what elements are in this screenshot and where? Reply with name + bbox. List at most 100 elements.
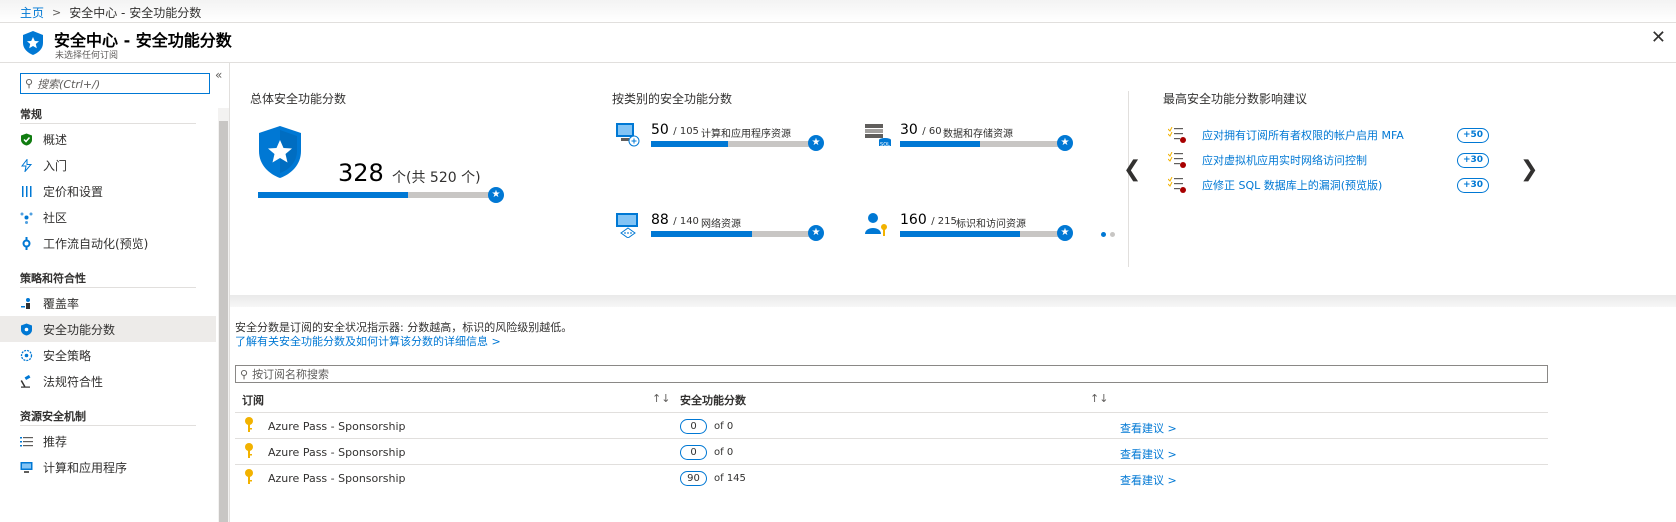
bolt-icon xyxy=(20,158,33,172)
sidebar-item-label: 工作流自动化(预览) xyxy=(43,236,149,251)
compute-icon xyxy=(616,123,640,147)
network-icon xyxy=(616,213,638,238)
category-bar-compute xyxy=(651,141,811,147)
close-icon[interactable]: ✕ xyxy=(1651,27,1666,48)
carousel-dot[interactable] xyxy=(1110,232,1115,237)
overall-score-value: 328 xyxy=(338,159,384,187)
sidebar-item-coverage[interactable]: 覆盖率 xyxy=(0,290,216,316)
sidebar-item-security-policy[interactable]: 安全策略 xyxy=(0,342,216,368)
score-value: 160 xyxy=(900,212,927,228)
impact-badge: +30 xyxy=(1457,153,1489,168)
category-name-compute: 计算和应用程序资源 xyxy=(701,129,791,140)
sidebar-item-compute-apps[interactable]: 计算和应用程序 xyxy=(0,454,216,480)
divider xyxy=(235,464,1548,465)
carousel-next-button[interactable]: ❯ xyxy=(1520,157,1538,182)
overall-score-bar-fill xyxy=(258,192,408,198)
sidebar-item-label: 定价和设置 xyxy=(43,184,104,199)
sidebar-item-label: 覆盖率 xyxy=(43,296,80,311)
score-max: / 140 xyxy=(673,216,699,227)
collapse-sidebar-icon[interactable]: « xyxy=(215,68,222,82)
sidebar-item-pricing[interactable]: 定价和设置 xyxy=(0,178,216,204)
recommendation-link-mfa[interactable]: 应对拥有订阅所有者权限的帐户启用 MFA xyxy=(1202,127,1404,143)
subscription-key-icon xyxy=(245,469,253,484)
star-icon: ★ xyxy=(488,187,504,203)
sidebar-item-getting-started[interactable]: 入门 xyxy=(0,152,216,178)
coverage-icon xyxy=(21,297,30,309)
column-header-subscription[interactable]: 订阅 xyxy=(242,392,264,408)
checklist-warning-icon xyxy=(1168,152,1186,168)
sidebar-item-secure-score[interactable]: 安全功能分数 xyxy=(0,316,216,342)
breadcrumb-current: 安全中心 - 安全功能分数 xyxy=(69,6,202,20)
category-score-identity: 160 / 215 xyxy=(900,212,957,228)
breadcrumb-separator: > xyxy=(52,6,62,19)
carousel-prev-button[interactable]: ❮ xyxy=(1123,157,1141,182)
impact-badge: +30 xyxy=(1457,178,1489,193)
shield-check-icon xyxy=(21,133,32,145)
community-icon xyxy=(20,212,33,224)
sort-icon[interactable]: ↑↓ xyxy=(1090,392,1108,405)
sidebar-item-recommendations[interactable]: 推荐 xyxy=(0,428,216,454)
category-name-network: 网络资源 xyxy=(701,219,741,230)
workflow-icon xyxy=(22,236,31,250)
checklist-warning-icon xyxy=(1168,127,1186,143)
overall-score-title: 总体安全功能分数 xyxy=(250,92,347,106)
learn-more-link[interactable]: 了解有关安全功能分数及如何计算该分数的详细信息 > xyxy=(235,333,501,349)
main-content: 总体安全功能分数 328 个(共 520 个) ★ 按类别的安全功能分数 50 … xyxy=(230,63,1676,522)
svg-text:SQL: SQL xyxy=(880,142,890,148)
subscription-search-input[interactable]: ⚲ 按订阅名称搜索 xyxy=(235,365,1548,383)
sidebar: ⚲ 搜索(Ctrl+/) « 常规 概述 入门 定价和设置 社区 工作流自动化(… xyxy=(0,63,230,522)
score-max: of 0 xyxy=(714,447,734,458)
sidebar-item-label: 计算和应用程序 xyxy=(43,460,128,475)
sidebar-scroll-thumb[interactable] xyxy=(219,121,228,522)
subscription-search-placeholder: 按订阅名称搜索 xyxy=(252,368,330,381)
policy-icon xyxy=(20,349,33,361)
view-recommendations-link[interactable]: 查看建议 > xyxy=(1120,420,1177,436)
breadcrumb-home-link[interactable]: 主页 xyxy=(20,4,44,21)
score-value: 50 xyxy=(651,122,669,138)
carousel-dot-active[interactable] xyxy=(1101,232,1106,237)
score-summary-card: 总体安全功能分数 328 个(共 520 个) ★ 按类别的安全功能分数 50 … xyxy=(230,63,1676,318)
gavel-icon xyxy=(20,374,31,388)
sidebar-item-community[interactable]: 社区 xyxy=(0,204,216,230)
category-bar-fill xyxy=(900,231,1020,237)
subscription-key-icon xyxy=(245,417,253,432)
sidebar-search-input[interactable]: ⚲ 搜索(Ctrl+/) xyxy=(20,73,210,94)
overall-shield-icon xyxy=(259,126,301,178)
subscription-key-icon xyxy=(245,443,253,458)
score-pill: 0 xyxy=(680,419,707,434)
category-score-data: 30 / 60 xyxy=(900,122,942,138)
view-recommendations-link[interactable]: 查看建议 > xyxy=(1120,446,1177,462)
category-bar-identity xyxy=(900,231,1060,237)
score-max: of 0 xyxy=(714,421,734,432)
sidebar-item-regulatory-compliance[interactable]: 法规符合性 xyxy=(0,368,216,394)
category-score-network: 88 / 140 xyxy=(651,212,699,228)
category-bar-data xyxy=(900,141,1060,147)
column-header-secure-score[interactable]: 安全功能分数 xyxy=(680,392,746,408)
sidebar-item-overview[interactable]: 概述 xyxy=(0,126,216,152)
score-max: / 60 xyxy=(922,126,942,137)
top-recommendations-title: 最高安全功能分数影响建议 xyxy=(1163,92,1308,106)
recommendation-link-sql[interactable]: 应修正 SQL 数据库上的漏洞(预览版) xyxy=(1202,177,1382,193)
category-score-title: 按类别的安全功能分数 xyxy=(612,92,733,106)
category-score-compute: 50 / 105 xyxy=(651,122,699,138)
recommendation-link-jit[interactable]: 应对虚拟机应用实时网络访问控制 xyxy=(1202,152,1367,168)
compute-icon xyxy=(20,461,33,473)
sidebar-search-placeholder: 搜索(Ctrl+/) xyxy=(37,77,101,91)
category-bar-fill xyxy=(900,141,980,147)
category-bar-fill xyxy=(651,141,728,147)
impact-badge: +50 xyxy=(1457,128,1489,143)
section-resource-security-title: 资源安全机制 xyxy=(20,410,86,423)
sort-icon[interactable]: ↑↓ xyxy=(652,392,670,405)
overall-score-bar xyxy=(258,192,496,198)
sidebar-item-label: 安全策略 xyxy=(43,348,92,363)
sql-icon: SQL xyxy=(865,124,891,148)
checklist-warning-icon xyxy=(1168,177,1186,193)
sidebar-item-workflow-automation[interactable]: 工作流自动化(预览) xyxy=(0,230,216,256)
score-pill: 90 xyxy=(680,471,707,486)
view-recommendations-link[interactable]: 查看建议 > xyxy=(1120,472,1177,488)
sidebar-item-label: 法规符合性 xyxy=(43,374,104,389)
sliders-icon xyxy=(22,185,32,197)
category-name-identity: 标识和访问资源 xyxy=(956,219,1026,230)
blade-header: 安全中心 - 安全功能分数 未选择任何订阅 ✕ xyxy=(0,23,1676,63)
sidebar-item-label: 概述 xyxy=(43,132,68,147)
